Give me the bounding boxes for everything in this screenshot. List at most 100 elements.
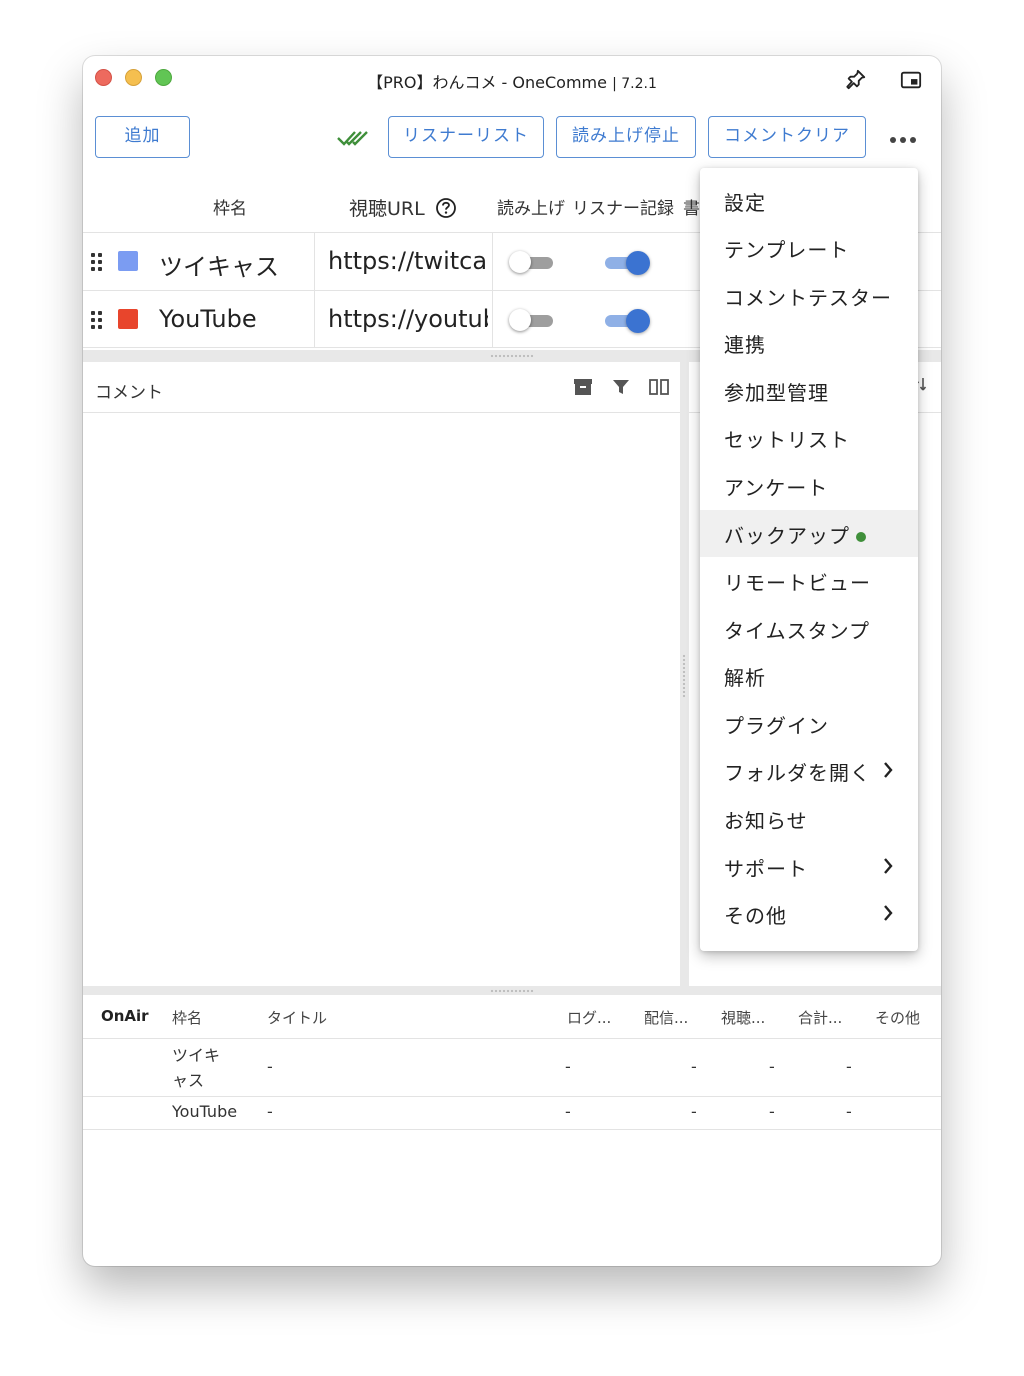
menu-item-label: 設定 <box>724 191 766 215</box>
frame-color-swatch[interactable] <box>118 309 138 329</box>
add-button[interactable]: 追加 <box>95 116 190 158</box>
comment-clear-button[interactable]: コメントクリア <box>708 116 866 158</box>
comment-panel-title: コメント <box>95 383 163 403</box>
menu-item-integration[interactable]: 連携 <box>700 319 918 366</box>
menu-item-label: 解析 <box>724 666 766 690</box>
menu-item-label: セットリスト <box>724 428 850 452</box>
status-header-stream: 配信... <box>644 1009 689 1027</box>
status-row-title: - <box>267 1057 273 1076</box>
header-frame-name: 枠名 <box>213 199 247 219</box>
status-dot-icon <box>856 532 866 542</box>
status-header-views: 視聴... <box>721 1009 766 1027</box>
menu-item-news[interactable]: お知らせ <box>700 795 918 842</box>
header-read-aloud: 読み上げ <box>497 199 565 219</box>
status-header-onair: OnAir <box>101 1007 149 1025</box>
frame-color-swatch[interactable] <box>118 251 138 271</box>
menu-item-label: 参加型管理 <box>724 381 829 405</box>
menu-item-label: アンケート <box>724 476 829 500</box>
frame-name[interactable]: ツイキャス <box>159 247 279 282</box>
menu-item-support[interactable]: サポート <box>700 843 918 890</box>
status-row-log: - <box>565 1102 571 1121</box>
header-extra: 書 <box>683 199 700 219</box>
frame-name[interactable]: YouTube <box>159 305 257 333</box>
menu-item-label: リモートビュー <box>724 571 871 595</box>
frame-url[interactable]: https://youtub <box>328 305 488 333</box>
menu-item-analysis[interactable]: 解析 <box>700 652 918 699</box>
panel-splitter[interactable] <box>83 986 941 995</box>
status-header-total: 合計... <box>798 1009 843 1027</box>
status-header-title: タイトル <box>267 1009 328 1027</box>
menu-item-plugins[interactable]: プラグイン <box>700 700 918 747</box>
menu-item-label: 連携 <box>724 333 766 357</box>
comment-panel: コメント <box>83 362 680 988</box>
column-divider <box>492 232 493 348</box>
menu-item-other[interactable]: その他 <box>700 890 918 937</box>
menu-item-setlist[interactable]: セットリスト <box>700 414 918 461</box>
frame-url[interactable]: https://twitcas <box>328 247 488 275</box>
chevron-right-icon <box>884 858 893 874</box>
vertical-splitter[interactable] <box>680 362 689 988</box>
pin-icon[interactable] <box>845 68 867 90</box>
picture-in-picture-icon[interactable] <box>900 69 922 91</box>
window-version: | 7.2.1 <box>612 76 657 92</box>
menu-item-label: タイムスタンプ <box>724 619 870 643</box>
menu-item-label-text: バックアップ <box>724 524 850 548</box>
menu-item-backup[interactable]: バックアップ <box>700 510 918 557</box>
menu-item-label: コメントテスター <box>724 286 892 310</box>
window-title-text: 【PRO】わんコメ - OneComme <box>367 73 607 92</box>
title-bar: 【PRO】わんコメ - OneComme | 7.2.1 <box>83 56 941 102</box>
read-aloud-toggle[interactable] <box>509 251 553 273</box>
menu-item-survey[interactable]: アンケート <box>700 462 918 509</box>
menu-item-remote-view[interactable]: リモートビュー <box>700 557 918 604</box>
window-title: 【PRO】わんコメ - OneComme | 7.2.1 <box>83 69 941 93</box>
stop-reading-button[interactable]: 読み上げ停止 <box>556 116 696 158</box>
status-row-views: - <box>769 1102 775 1121</box>
menu-item-label: フォルダを開く <box>724 761 871 785</box>
menu-item-templates[interactable]: テンプレート <box>700 224 918 271</box>
header-listener-record: リスナー記録 <box>572 199 674 219</box>
status-row-total: - <box>846 1102 852 1121</box>
listener-record-toggle[interactable] <box>605 251 651 275</box>
status-header-other: その他 <box>875 1009 921 1027</box>
status-row-stream: - <box>691 1102 697 1121</box>
status-row-stream: - <box>691 1057 697 1076</box>
menu-item-label: サポート <box>724 857 808 881</box>
more-options-menu: 設定 テンプレート コメントテスター 連携 参加型管理 セットリスト アンケート… <box>700 168 918 951</box>
status-header-log: ログ... <box>567 1009 612 1027</box>
drag-handle-icon[interactable] <box>91 311 103 329</box>
status-row-name-line: ャス <box>172 1071 205 1090</box>
read-aloud-toggle[interactable] <box>509 309 553 331</box>
filter-icon[interactable] <box>611 377 631 397</box>
menu-item-label: その他 <box>724 904 787 928</box>
listener-list-button[interactable]: リスナーリスト <box>388 116 544 158</box>
status-row-log: - <box>565 1057 571 1076</box>
status-row-title: - <box>267 1102 273 1121</box>
status-row-name: YouTube <box>172 1102 238 1121</box>
archive-icon[interactable] <box>572 376 594 398</box>
status-row-name-line: ツイキ <box>172 1046 221 1065</box>
menu-item-participation[interactable]: 参加型管理 <box>700 367 918 414</box>
double-check-icon[interactable] <box>337 128 369 148</box>
more-options-icon[interactable] <box>888 134 918 146</box>
menu-item-settings[interactable]: 設定 <box>700 177 918 224</box>
status-header-name: 枠名 <box>172 1009 203 1027</box>
status-row-views: - <box>769 1057 775 1076</box>
listener-record-toggle[interactable] <box>605 309 651 333</box>
menu-item-label: テンプレート <box>724 238 850 262</box>
drag-handle-icon[interactable] <box>91 253 103 271</box>
menu-item-comment-tester[interactable]: コメントテスター <box>700 272 918 319</box>
chevron-right-icon <box>884 905 893 921</box>
menu-item-timestamp[interactable]: タイムスタンプ <box>700 605 918 652</box>
column-divider <box>314 232 315 348</box>
header-view-url: 視聴URL <box>349 194 457 221</box>
header-view-url-label: 視聴URL <box>349 198 425 220</box>
menu-item-label: プラグイン <box>724 714 829 738</box>
status-row-name: ツイキ ャス <box>172 1043 220 1093</box>
status-row-total: - <box>846 1057 852 1076</box>
help-icon[interactable] <box>435 197 457 219</box>
menu-item-label: バックアップ <box>724 520 866 549</box>
menu-item-open-folder[interactable]: フォルダを開く <box>700 747 918 794</box>
chevron-right-icon <box>884 762 893 778</box>
menu-item-label: お知らせ <box>724 809 808 833</box>
columns-icon[interactable] <box>648 377 670 397</box>
